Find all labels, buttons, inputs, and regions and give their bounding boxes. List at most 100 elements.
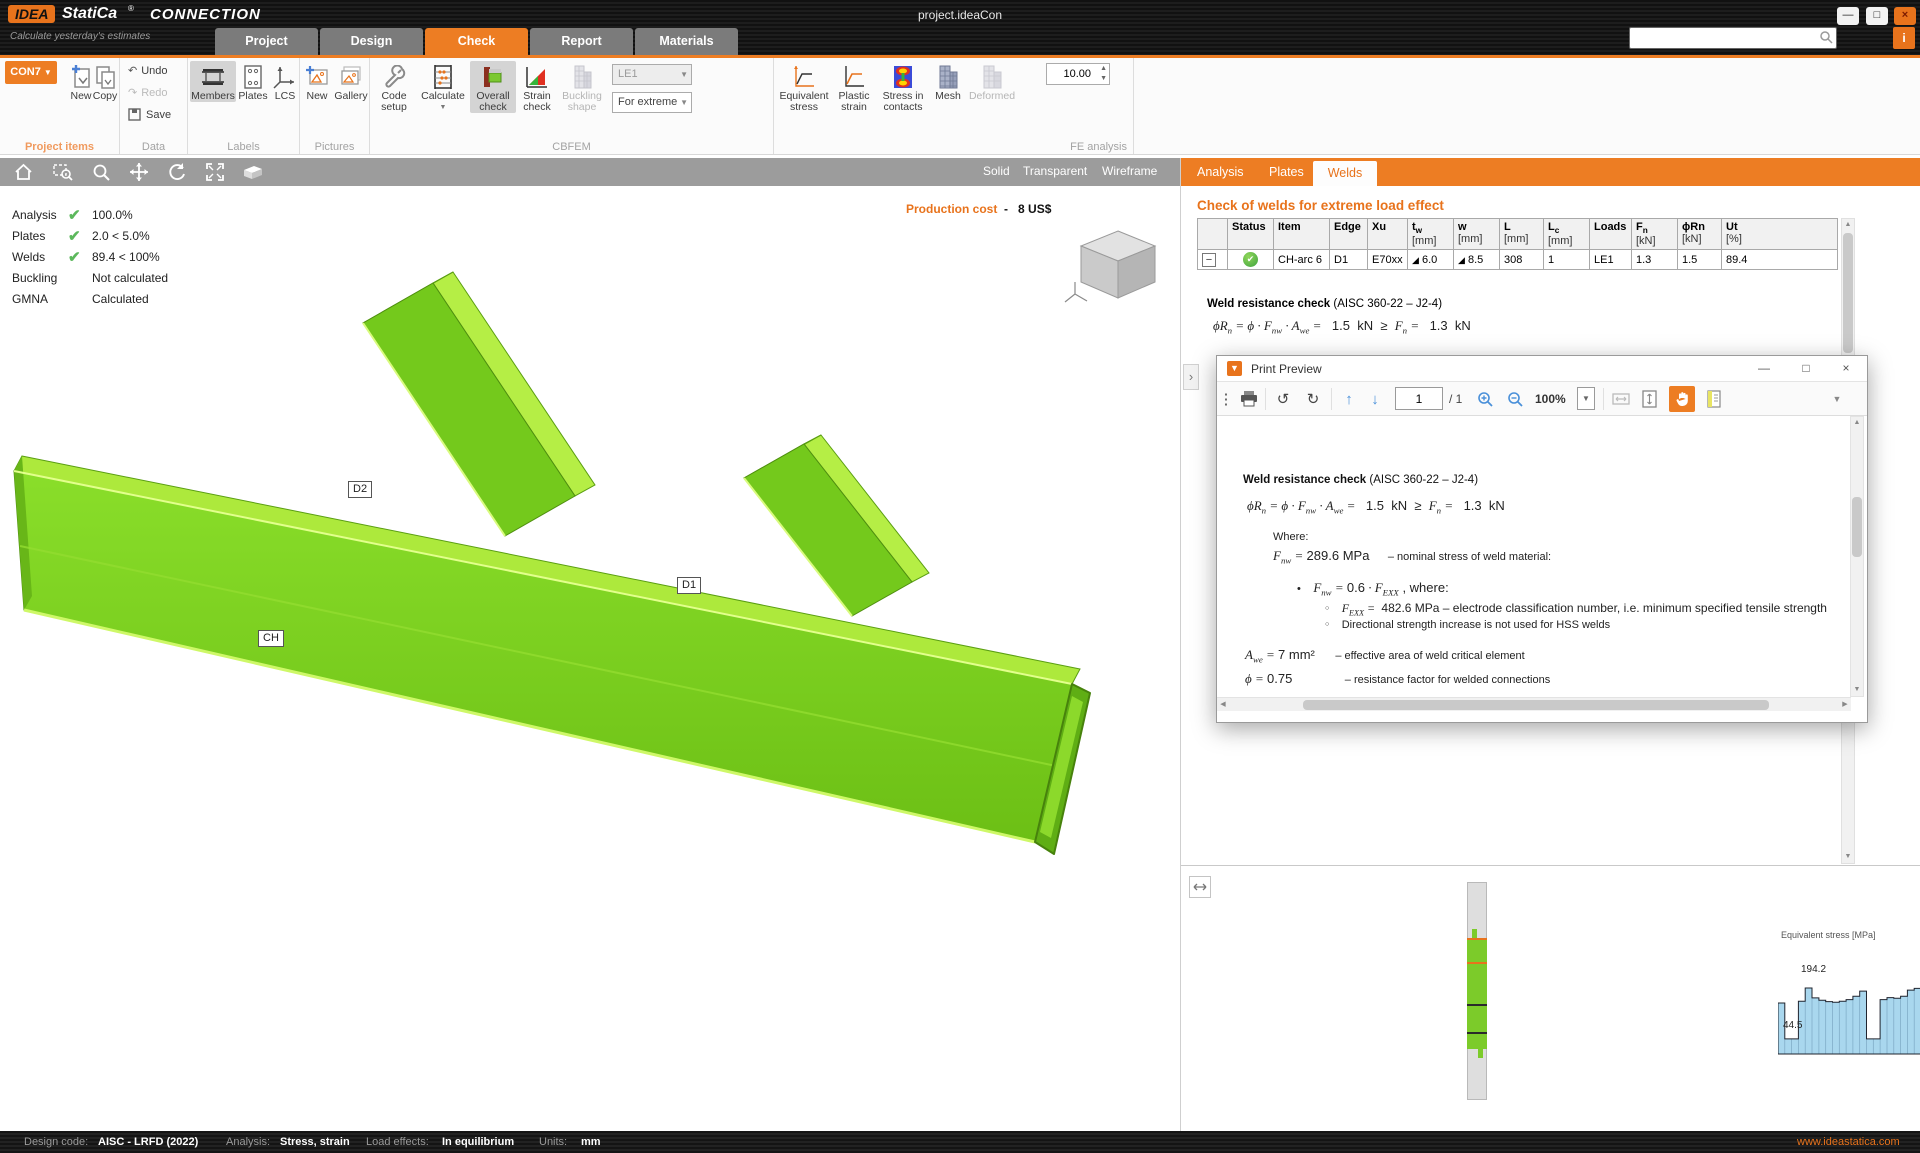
- export-document-button[interactable]: [1701, 387, 1725, 411]
- tab-report[interactable]: Report: [530, 28, 633, 55]
- scale-input[interactable]: [1047, 64, 1091, 84]
- zoom-icon[interactable]: [86, 161, 116, 183]
- scroll-up-icon[interactable]: ▲: [1842, 219, 1854, 231]
- scroll-right-icon[interactable]: ▶: [1839, 699, 1851, 711]
- overall-check-button[interactable]: Overall check: [470, 61, 516, 113]
- expand-panel-button[interactable]: [1189, 876, 1211, 898]
- redo-button[interactable]: ↷Redo: [128, 86, 168, 99]
- member-ch[interactable]: [14, 456, 1090, 854]
- previous-page-button[interactable]: ↑: [1337, 387, 1361, 411]
- header-status[interactable]: Status: [1228, 219, 1274, 250]
- scroll-up-icon[interactable]: ▲: [1851, 417, 1863, 429]
- header-loads[interactable]: Loads: [1590, 219, 1632, 250]
- hand-tool-button[interactable]: [1669, 386, 1695, 412]
- row-collapse-button[interactable]: −: [1202, 253, 1216, 267]
- strain-check-button[interactable]: Strain check: [516, 61, 558, 113]
- tab-materials[interactable]: Materials: [635, 28, 738, 55]
- print-button[interactable]: [1237, 387, 1261, 411]
- plates-toggle[interactable]: Plates: [236, 61, 270, 102]
- header-tw[interactable]: tw[mm]: [1408, 219, 1454, 250]
- scroll-left-icon[interactable]: ◀: [1217, 699, 1229, 711]
- page-number-input[interactable]: [1395, 387, 1443, 410]
- header-l[interactable]: L[mm]: [1500, 219, 1544, 250]
- plastic-strain-button[interactable]: Plastic strain: [832, 61, 876, 113]
- panel-collapse-button[interactable]: ›: [1183, 364, 1199, 390]
- stress-in-contacts-button[interactable]: Stress in contacts: [876, 61, 930, 113]
- extreme-filter-select[interactable]: For extreme▼: [612, 92, 692, 113]
- undo-button[interactable]: ↺: [1271, 387, 1295, 411]
- tab-design[interactable]: Design: [320, 28, 423, 55]
- dialog-maximize-button[interactable]: □: [1793, 360, 1819, 378]
- dialog-close-button[interactable]: ×: [1833, 360, 1859, 378]
- header-lc[interactable]: Lc[mm]: [1544, 219, 1590, 250]
- 3d-scene[interactable]: [0, 186, 1180, 1131]
- gallery-button[interactable]: Gallery: [332, 61, 370, 102]
- zoom-out-button[interactable]: [1503, 387, 1527, 411]
- close-button[interactable]: ×: [1894, 7, 1916, 25]
- pan-icon[interactable]: [124, 161, 154, 183]
- spin-down-icon[interactable]: ▼: [1100, 74, 1107, 84]
- buckling-shape-button[interactable]: Buckling shape: [558, 61, 606, 113]
- calculate-button[interactable]: Calculate ▼: [416, 61, 470, 113]
- fit-page-button[interactable]: [1637, 387, 1661, 411]
- tab-analysis[interactable]: Analysis: [1197, 158, 1244, 186]
- table-row[interactable]: − ✔ CH-arc 6 D1 E70xx ◢ 6.0 ◢ 8.5 308 1 …: [1198, 250, 1838, 270]
- members-toggle[interactable]: Members: [190, 61, 236, 102]
- minimize-button[interactable]: —: [1837, 7, 1859, 25]
- next-page-button[interactable]: ↓: [1363, 387, 1387, 411]
- new-picture-button[interactable]: New: [300, 61, 334, 102]
- website-link[interactable]: www.ideastatica.com: [1797, 1136, 1900, 1148]
- navigation-cube[interactable]: [1065, 231, 1155, 302]
- header-fn[interactable]: Fn[kN]: [1632, 219, 1678, 250]
- zoom-window-icon[interactable]: [48, 161, 78, 183]
- zoom-in-button[interactable]: [1473, 387, 1497, 411]
- redo-button[interactable]: ↻: [1301, 387, 1325, 411]
- mode-solid[interactable]: Solid: [983, 164, 1010, 178]
- scroll-down-icon[interactable]: ▼: [1851, 684, 1863, 696]
- header-item[interactable]: Item: [1274, 219, 1330, 250]
- header-xu[interactable]: Xu: [1368, 219, 1408, 250]
- 3d-viewport[interactable]: Analysis✔100.0% Plates✔2.0 < 5.0% Welds✔…: [0, 186, 1180, 1131]
- maximize-button[interactable]: □: [1866, 7, 1888, 25]
- weld-detail-strip[interactable]: [1467, 882, 1487, 1100]
- scrollbar-thumb[interactable]: [1843, 233, 1853, 353]
- tab-check[interactable]: Check: [425, 28, 528, 55]
- dialog-minimize-button[interactable]: —: [1751, 360, 1777, 378]
- mesh-button[interactable]: Mesh: [930, 61, 966, 102]
- load-effect-select[interactable]: LE1▼: [612, 64, 692, 85]
- tab-project[interactable]: Project: [215, 28, 318, 55]
- fit-view-icon[interactable]: [200, 161, 230, 183]
- tab-welds[interactable]: Welds: [1313, 161, 1377, 186]
- calculate-dropdown-icon[interactable]: ▼: [440, 102, 447, 113]
- deformed-button[interactable]: Deformed: [966, 61, 1018, 102]
- header-phirn[interactable]: ϕRn[kN]: [1678, 219, 1722, 250]
- scroll-down-icon[interactable]: ▼: [1842, 851, 1854, 863]
- scrollbar-thumb[interactable]: [1852, 497, 1862, 557]
- copy-item-button[interactable]: Copy: [90, 61, 120, 102]
- fit-width-button[interactable]: [1609, 387, 1633, 411]
- rotate-icon[interactable]: [162, 161, 192, 183]
- spin-up-icon[interactable]: ▲: [1100, 64, 1107, 74]
- info-button[interactable]: i: [1893, 27, 1915, 49]
- scrollbar-thumb[interactable]: [1303, 700, 1769, 710]
- header-w[interactable]: w[mm]: [1454, 219, 1500, 250]
- header-edge[interactable]: Edge: [1330, 219, 1368, 250]
- kebab-menu-icon[interactable]: ⋮: [1219, 387, 1233, 411]
- dialog-vertical-scrollbar[interactable]: ▲ ▼: [1850, 416, 1864, 697]
- clipping-box-icon[interactable]: [238, 161, 268, 183]
- home-view-icon[interactable]: [8, 161, 38, 183]
- save-button[interactable]: Save: [128, 108, 171, 122]
- lcs-toggle[interactable]: LCS: [270, 61, 300, 102]
- equivalent-stress-button[interactable]: Equivalent stress: [776, 61, 832, 113]
- dialog-horizontal-scrollbar[interactable]: ◀ ▶: [1217, 697, 1851, 711]
- search-input[interactable]: [1632, 29, 1814, 47]
- zoom-dropdown[interactable]: ▼: [1577, 387, 1595, 410]
- toolbar-overflow-icon[interactable]: ▼: [1825, 387, 1849, 411]
- search-icon[interactable]: [1819, 30, 1833, 49]
- connection-selector[interactable]: CON7▼: [5, 61, 57, 84]
- undo-button[interactable]: ↶Undo: [128, 64, 168, 77]
- mode-transparent[interactable]: Transparent: [1023, 164, 1087, 178]
- code-setup-button[interactable]: Code setup: [372, 61, 416, 113]
- tab-plates[interactable]: Plates: [1269, 158, 1304, 186]
- dialog-title-bar[interactable]: ▼ Print Preview — □ ×: [1217, 356, 1867, 382]
